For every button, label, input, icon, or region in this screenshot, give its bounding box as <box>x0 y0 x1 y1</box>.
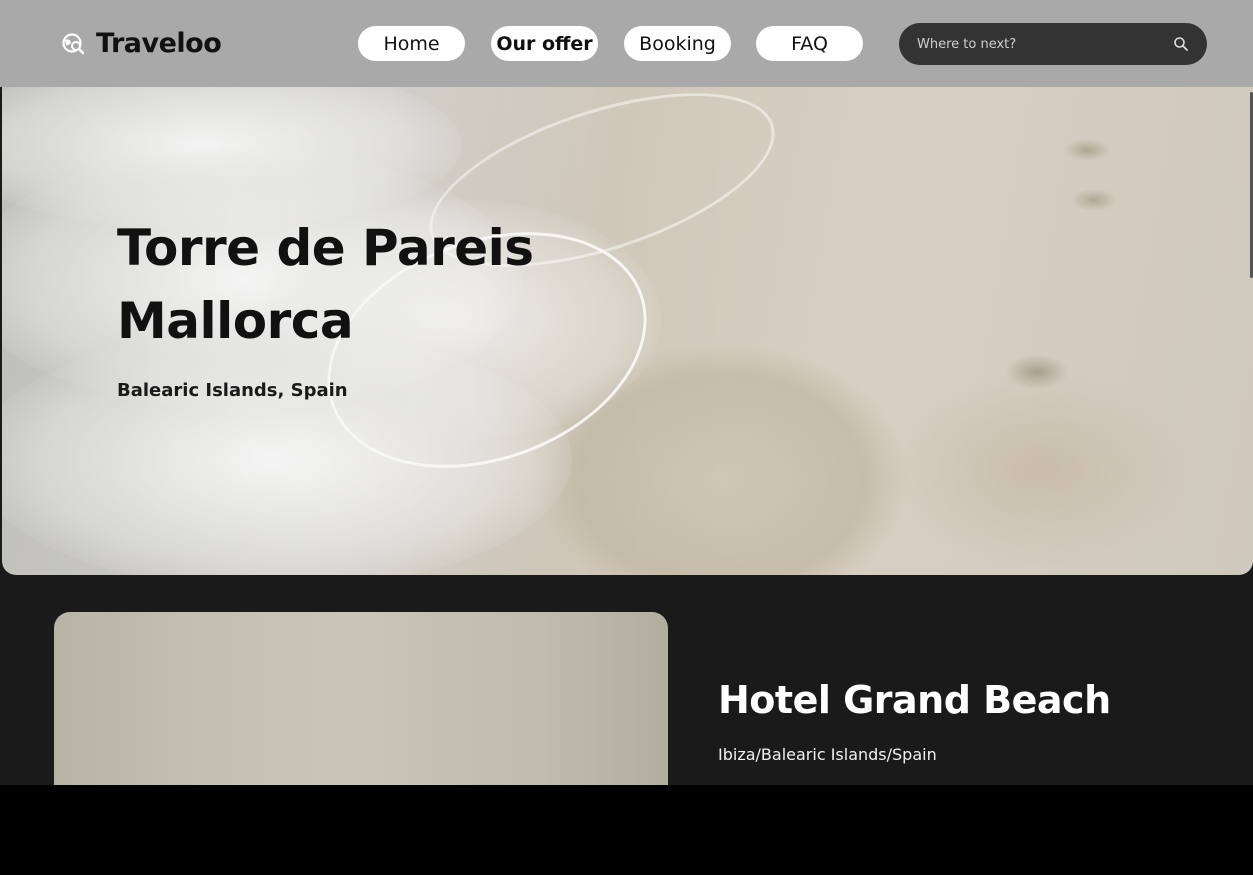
hotel-name: Hotel Grand Beach <box>718 678 1111 722</box>
top-navbar: Traveloo Home Our offer Booking FAQ <box>0 0 1253 87</box>
brand-name: Traveloo <box>96 28 222 59</box>
hero-title-line1: Torre de Pareis <box>117 219 534 277</box>
globe-search-icon <box>62 32 85 54</box>
hero-title: Torre de Pareis Mallorca <box>117 212 637 358</box>
hero-subtitle: Balearic Islands, Spain <box>117 380 348 401</box>
page-viewport: Torre de Pareis Mallorca Balearic Island… <box>0 0 1253 785</box>
search-bar[interactable] <box>899 23 1207 65</box>
nav-faq[interactable]: FAQ <box>756 26 863 61</box>
nav-our-offer[interactable]: Our offer <box>491 26 598 61</box>
hotel-card-image[interactable] <box>54 612 668 785</box>
search-input[interactable] <box>917 36 1165 52</box>
nav-home[interactable]: Home <box>358 26 465 61</box>
hotel-location: Ibiza/Balearic Islands/Spain <box>718 745 937 764</box>
hero-title-line2: Mallorca <box>117 292 354 350</box>
brand-logo[interactable]: Traveloo <box>62 28 222 59</box>
search-icon[interactable] <box>1173 36 1189 52</box>
nav-booking[interactable]: Booking <box>624 26 731 61</box>
